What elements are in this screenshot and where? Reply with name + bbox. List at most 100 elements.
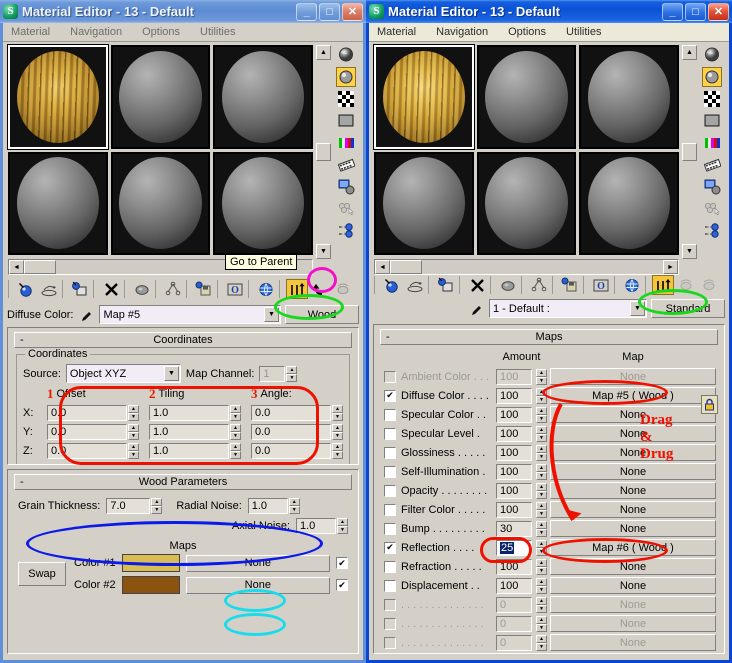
map-enable-checkbox[interactable] <box>384 598 396 611</box>
radial-noise-value[interactable]: 1.0 <box>247 498 288 514</box>
sample-slot-1-left[interactable] <box>7 44 109 150</box>
map-amount-value[interactable]: 100 <box>496 501 532 518</box>
spin-up-icon[interactable]: ▲ <box>286 365 298 374</box>
map-amount-spinner[interactable]: ▲ ▼ <box>536 387 547 404</box>
show-end-result-icon[interactable]: O <box>590 275 612 295</box>
put-to-library-icon[interactable] <box>193 279 215 299</box>
tiling-x-stepper[interactable]: 1.0 ▲ ▼ <box>149 405 241 421</box>
make-unique-icon[interactable] <box>528 275 550 295</box>
map-enable-checkbox[interactable] <box>384 427 396 440</box>
close-button-right[interactable]: ✕ <box>708 2 729 21</box>
spin-up-icon[interactable]: ▲ <box>150 464 161 465</box>
assign-material-to-selection-icon[interactable] <box>435 275 457 295</box>
spin-up-icon[interactable]: ▲ <box>128 405 139 413</box>
lock-icon[interactable] <box>701 395 718 414</box>
map-amount-spinner[interactable]: ▲ ▼ <box>536 596 547 613</box>
map-enable-checkbox[interactable] <box>384 408 396 421</box>
map-channel-spinner[interactable]: ▲ ▼ <box>286 365 298 382</box>
spin-down-icon[interactable]: ▼ <box>230 451 241 459</box>
menu-utilities-left[interactable]: Utilities <box>197 25 238 39</box>
map-amount-value[interactable]: 100 <box>496 558 532 575</box>
hscroll-thumb-right[interactable] <box>390 260 422 274</box>
assign-material-to-selection-icon[interactable] <box>69 279 91 299</box>
sample-slot-3-left[interactable] <box>213 45 313 149</box>
sample-slot-6-right[interactable] <box>579 151 679 255</box>
swap-button[interactable]: Swap <box>18 562 66 586</box>
vscroll-thumb-right[interactable] <box>682 143 697 161</box>
map-enable-checkbox[interactable]: ✔ <box>384 541 396 554</box>
color1-map-checkbox[interactable]: ✔ <box>336 557 348 569</box>
video-color-check-icon[interactable] <box>702 133 722 153</box>
map-channel-stepper[interactable]: 1 ▲ ▼ <box>259 365 298 382</box>
spin-up-icon[interactable]: ▲ <box>332 424 343 432</box>
go-to-parent-icon[interactable] <box>675 275 697 295</box>
sample-type-sphere-icon[interactable] <box>702 45 722 65</box>
axial-noise-value[interactable]: 1.0 <box>296 518 336 534</box>
tiling-y-value[interactable]: 1.0 <box>149 424 229 440</box>
map-amount-value[interactable]: 0 <box>496 615 532 632</box>
sample-slot-4-left[interactable] <box>8 151 108 255</box>
sample-slot-1-right[interactable] <box>373 44 475 150</box>
spin-down-icon[interactable]: ▼ <box>332 432 343 440</box>
map-amount-value[interactable]: 100 <box>496 387 532 404</box>
map-enable-checkbox[interactable] <box>384 522 396 535</box>
spin-down-icon[interactable]: ▼ <box>536 604 547 613</box>
spinner[interactable]: ▲▼ <box>230 443 241 459</box>
get-material-icon[interactable] <box>15 279 37 299</box>
angle-y-value[interactable]: 0.0 <box>251 424 331 440</box>
spinner[interactable]: ▲▼ <box>128 424 139 440</box>
scroll-down-button-left[interactable]: ▼ <box>316 244 331 259</box>
axial-noise-stepper[interactable]: 1.0 ▲ ▼ <box>296 518 348 534</box>
angle-x-stepper[interactable]: 0.0 ▲ ▼ <box>251 405 343 421</box>
map-enable-checkbox[interactable] <box>384 370 396 383</box>
color2-swatch[interactable] <box>121 576 180 594</box>
hscroll-left-button-right[interactable]: ◄ <box>375 260 390 274</box>
select-by-material-icon[interactable] <box>702 199 722 219</box>
options-icon[interactable] <box>702 177 722 197</box>
spinner[interactable]: ▲▼ <box>264 464 275 465</box>
scroll-down-button-right[interactable]: ▼ <box>682 244 697 259</box>
blur-stepper[interactable]: 1.0▲▼ <box>109 464 161 465</box>
map-amount-spinner[interactable]: ▲ ▼ <box>536 577 547 594</box>
go-forward-to-sibling-icon[interactable] <box>286 279 308 299</box>
spin-up-icon[interactable]: ▲ <box>536 425 547 434</box>
sample-slots-vscrollbar-right[interactable]: ▲ ▼ <box>682 45 697 259</box>
spin-down-icon[interactable]: ▼ <box>332 451 343 459</box>
scroll-up-button-right[interactable]: ▲ <box>682 45 697 60</box>
map-amount-spinner[interactable]: ▲ ▼ <box>536 520 547 537</box>
sample-slots-vscrollbar-left[interactable]: ▲ ▼ <box>316 45 331 259</box>
map-amount-spinner[interactable]: ▲ ▼ <box>536 501 547 518</box>
map-amount-spinner[interactable]: ▲ ▼ <box>536 634 547 651</box>
spin-down-icon[interactable]: ▼ <box>288 506 300 514</box>
spin-down-icon[interactable]: ▼ <box>536 414 547 423</box>
spin-down-icon[interactable]: ▼ <box>128 413 139 421</box>
map-amount-spinner[interactable]: ▲ ▼ <box>536 558 547 575</box>
spin-down-icon[interactable]: ▼ <box>536 490 547 499</box>
spin-up-icon[interactable]: ▲ <box>536 482 547 491</box>
chevron-down-icon[interactable]: ▼ <box>630 301 645 316</box>
map-amount-spinner[interactable]: ▲ ▼ <box>536 482 547 499</box>
map-name-combo[interactable]: Map #5 ▼ <box>99 305 281 324</box>
map-amount-spinner[interactable]: ▲ ▼ <box>536 406 547 423</box>
wood-parameters-rollout-header[interactable]: - Wood Parameters <box>14 474 352 490</box>
go-forward-icon[interactable] <box>332 279 354 299</box>
tiling-z-stepper[interactable]: 1.0 ▲ ▼ <box>149 443 241 459</box>
backlight-icon[interactable] <box>336 67 356 87</box>
spin-up-icon[interactable]: ▲ <box>536 558 547 567</box>
map-slot-button[interactable]: Map #6 ( Wood ) <box>550 539 716 556</box>
map-enable-checkbox[interactable] <box>384 446 396 459</box>
offset-y-value[interactable]: 0.0 <box>47 424 127 440</box>
hscroll-right-button-right[interactable]: ► <box>663 260 678 274</box>
go-forward-to-sibling-icon[interactable] <box>652 275 674 295</box>
spinner[interactable]: ▲▼ <box>332 443 343 459</box>
menu-options-right[interactable]: Options <box>505 25 549 39</box>
map-slot-button[interactable]: None <box>550 577 716 594</box>
map-amount-value[interactable]: 100 <box>496 425 532 442</box>
eyedropper-icon[interactable] <box>467 301 485 317</box>
spinner[interactable]: ▲▼ <box>230 424 241 440</box>
minimize-button-right[interactable]: _ <box>662 2 683 21</box>
angle-z-value[interactable]: 0.0 <box>251 443 331 459</box>
map-amount-spinner[interactable]: ▲ ▼ <box>536 425 547 442</box>
spin-up-icon[interactable]: ▲ <box>230 405 241 413</box>
title-bar-left[interactable]: S Material Editor - 13 - Default _ □ ✕ <box>0 0 366 23</box>
